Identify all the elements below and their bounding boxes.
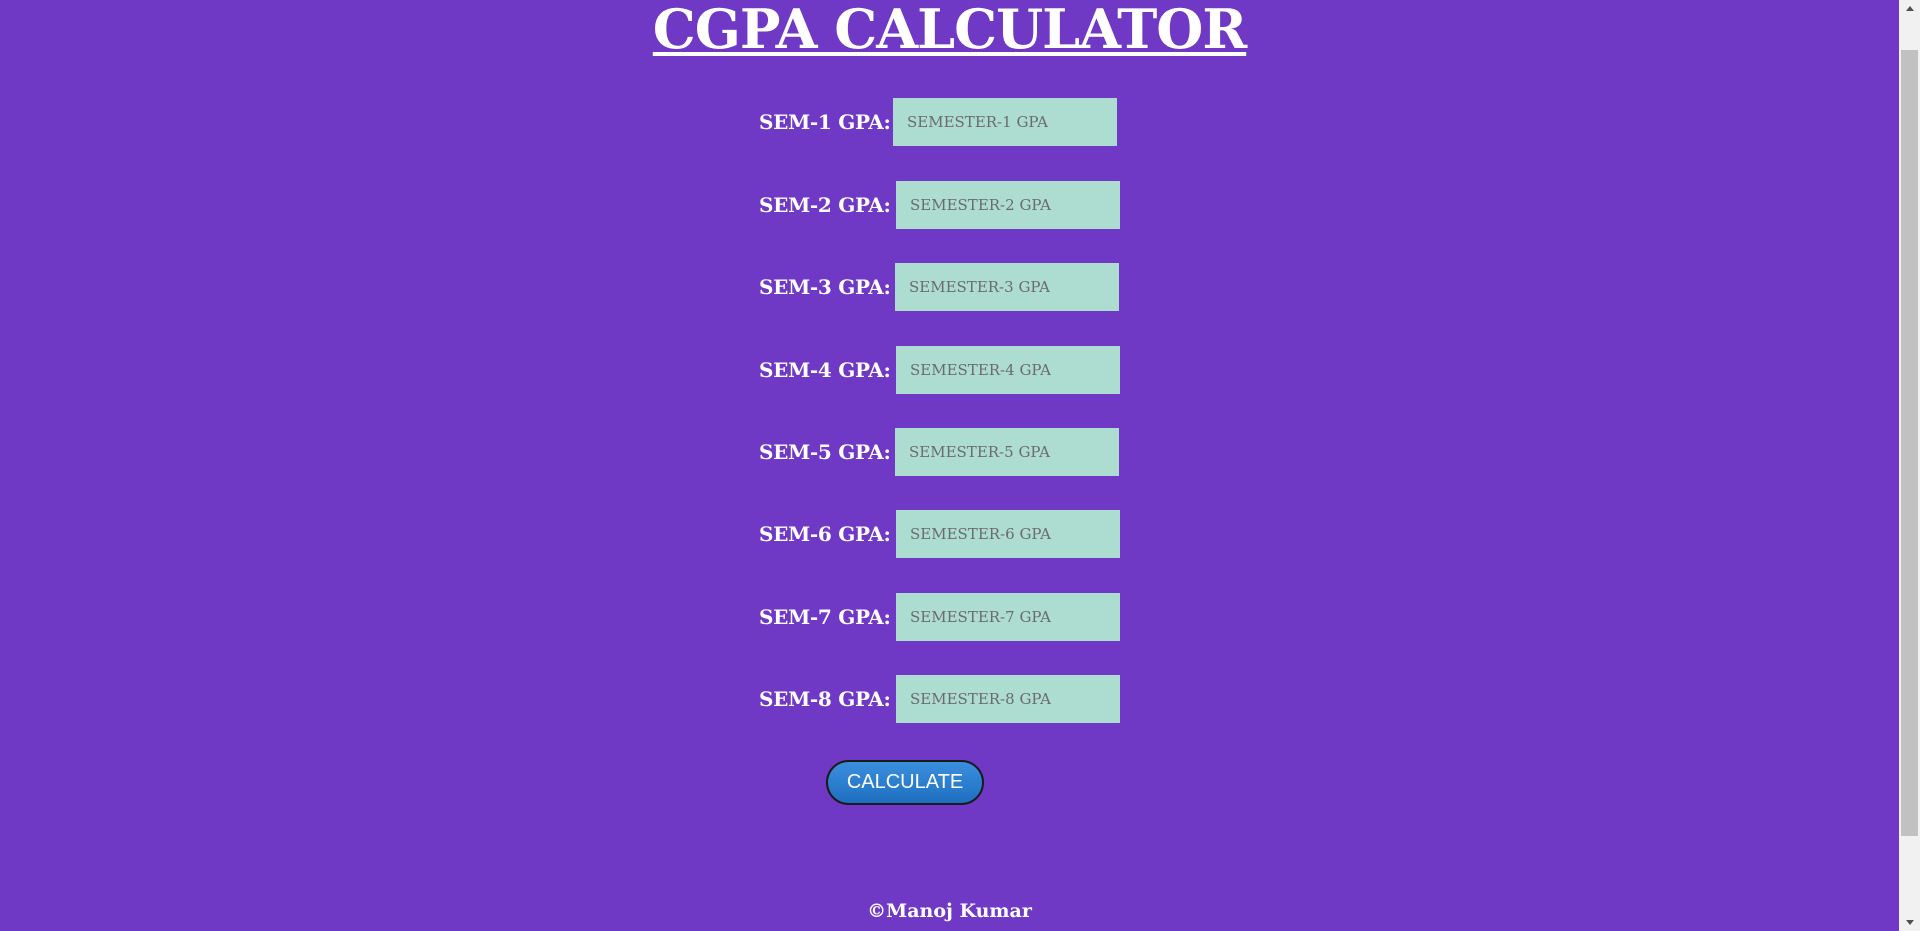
sem-3-gpa-input[interactable] [895,263,1119,311]
sem-2-label: SEM-2 GPA: [759,193,891,217]
page-title: CGPA CALCULATOR [652,0,1247,61]
scroll-up-icon[interactable] [1899,0,1920,17]
sem-1-gpa-input[interactable] [893,98,1117,146]
sem-3-label: SEM-3 GPA: [759,275,891,299]
sem-4-row: SEM-4 GPA: [759,346,1120,394]
sem-6-row: SEM-6 GPA: [759,510,1120,558]
sem-5-row: SEM-5 GPA: [759,428,1119,476]
sem-5-gpa-input[interactable] [895,428,1119,476]
scroll-down-icon[interactable] [1899,914,1920,931]
sem-6-gpa-input[interactable] [896,510,1120,558]
sem-3-row: SEM-3 GPA: [759,263,1119,311]
sem-7-row: SEM-7 GPA: [759,593,1120,641]
sem-1-row: SEM-1 GPA: [759,98,1117,146]
sem-4-label: SEM-4 GPA: [759,358,891,382]
sem-1-label: SEM-1 GPA: [759,110,891,134]
sem-7-label: SEM-7 GPA: [759,605,891,629]
sem-2-row: SEM-2 GPA: [759,181,1120,229]
vertical-scrollbar[interactable] [1899,0,1920,931]
sem-2-gpa-input[interactable] [896,181,1120,229]
sem-6-label: SEM-6 GPA: [759,522,891,546]
page: CGPA CALCULATOR SEM-1 GPA: SEM-2 GPA: SE… [0,0,1899,931]
footer-credit: ©Manoj Kumar [867,900,1032,922]
sem-8-row: SEM-8 GPA: [759,675,1120,723]
sem-7-gpa-input[interactable] [896,593,1120,641]
sem-4-gpa-input[interactable] [896,346,1120,394]
calculate-button[interactable]: CALCULATE [826,760,984,805]
sem-8-label: SEM-8 GPA: [759,687,891,711]
sem-8-gpa-input[interactable] [896,675,1120,723]
scroll-thumb[interactable] [1901,50,1918,836]
sem-5-label: SEM-5 GPA: [759,440,891,464]
